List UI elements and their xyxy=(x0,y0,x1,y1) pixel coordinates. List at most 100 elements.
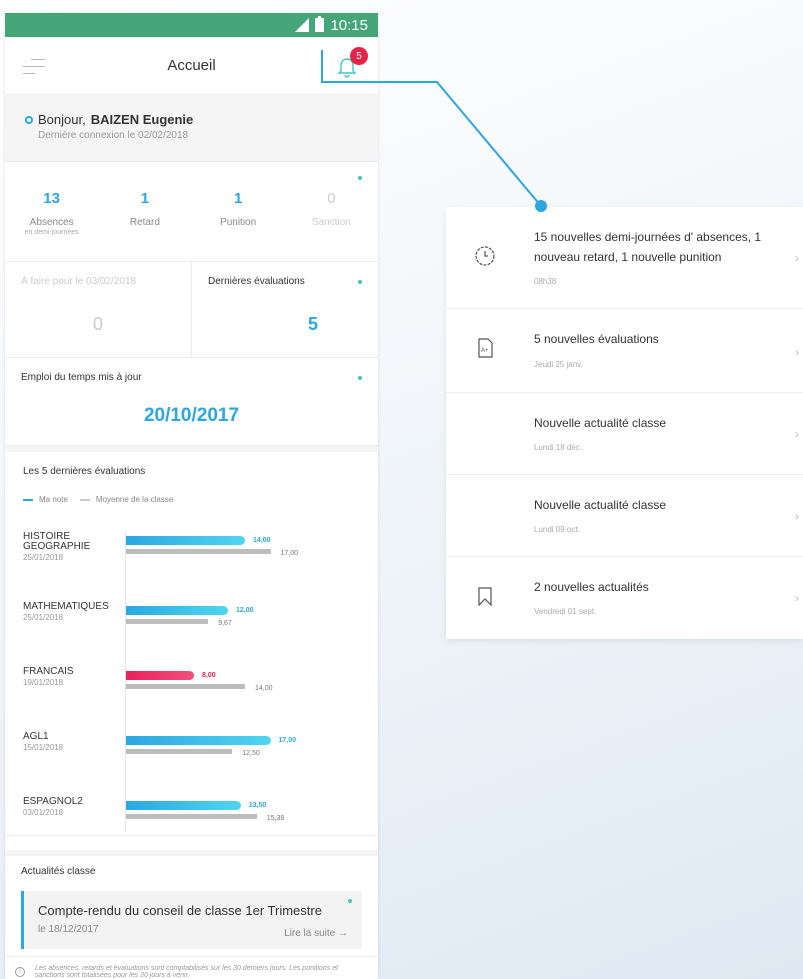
notification-title: Nouvelle actualité classe xyxy=(534,498,667,512)
chevron-right-icon: › xyxy=(795,427,799,441)
subject-name: AGL1 xyxy=(23,731,49,742)
footnote: i Les absences, retards et évaluations s… xyxy=(5,956,378,979)
status-bar: 10:15 xyxy=(5,13,378,37)
subject-date: 25/01/2018 xyxy=(23,613,64,622)
stat-value: 0 xyxy=(327,190,336,207)
notification-date: Lundi 18 déc. xyxy=(534,443,583,452)
notification-title: Nouvelle actualité classe xyxy=(534,416,667,430)
bookmark-icon xyxy=(478,587,492,607)
news-section: Actualités classe Compte-rendu du consei… xyxy=(5,850,378,959)
chart-legend: Ma note Moyenne de la classe xyxy=(23,495,173,504)
indicator-dot xyxy=(358,376,362,380)
news-title: Actualités classe xyxy=(21,866,96,877)
my-grade-bar[interactable] xyxy=(126,606,228,615)
last-login: Dernière connexion le 02/02/2018 xyxy=(38,130,189,141)
notification-item[interactable]: 15 nouvelles demi-journées d' absences, … xyxy=(446,207,803,309)
battery-icon xyxy=(315,16,325,32)
my-grade-bar[interactable] xyxy=(126,671,194,680)
timetable-date: 20/10/2017 xyxy=(143,405,240,426)
notification-title: 2 nouvelles actualités xyxy=(534,580,649,594)
chevron-right-icon: › xyxy=(795,591,799,605)
notification-item[interactable]: 2 nouvelles actualités Vendredi 01 sept.… xyxy=(446,557,803,639)
indicator-dot xyxy=(358,176,362,180)
subject-label: ESPAGNOL2 03/01/2018 xyxy=(23,797,121,818)
stat-sanction[interactable]: 0 Sanction xyxy=(285,190,378,261)
class-average-value: 17,00 xyxy=(280,550,299,557)
my-grade-bar[interactable] xyxy=(126,801,241,810)
subject-date: 03/01/2018 xyxy=(23,808,64,817)
stat-label: Sanction xyxy=(311,217,351,228)
subject-label: MATHEMATIQUES 25/01/2018 xyxy=(23,602,121,623)
chevron-right-icon: › xyxy=(795,345,799,359)
subject-name: MATHEMATIQUES xyxy=(23,601,109,612)
stats-row[interactable]: 13 Absences en demi-journées 1 Retard 1 … xyxy=(5,162,378,262)
news-card[interactable]: Compte-rendu du conseil de classe 1er Tr… xyxy=(21,891,362,949)
class-average-value: 14,00 xyxy=(255,685,273,692)
last-evals-label: Dernières évaluations xyxy=(208,276,305,287)
my-grade-bar[interactable] xyxy=(126,736,271,745)
class-average-bar xyxy=(126,619,209,624)
subject-label: FRANCAIS 19/01/2018 xyxy=(23,667,121,688)
menu-icon[interactable] xyxy=(23,59,45,80)
clock-icon xyxy=(475,246,495,266)
subject-date: 25/01/2018 xyxy=(23,553,64,562)
svg-text:A+: A+ xyxy=(481,348,489,354)
notification-date: Vendredi 01 sept. xyxy=(534,607,597,616)
class-average-bar xyxy=(126,814,257,819)
grade-document-icon: A+ xyxy=(478,338,493,358)
my-grade-value: 8,00 xyxy=(202,672,216,679)
info-icon: i xyxy=(15,967,25,977)
notification-title: 15 nouvelles demi-journées d' absences, … xyxy=(534,230,762,264)
subject-name: HISTOIRE GEOGRAPHIE xyxy=(23,531,91,552)
stat-value: 1 xyxy=(233,190,243,207)
chevron-right-icon: › xyxy=(795,251,799,265)
notification-item[interactable]: A+ 5 nouvelles évaluations Jeudi 25 janv… xyxy=(446,309,803,393)
chevron-right-icon: › xyxy=(795,509,799,523)
notification-date: Lundi 09 oct. xyxy=(534,525,580,534)
legend-mine-swatch xyxy=(23,498,33,501)
stat-punition[interactable]: 1 Punition xyxy=(192,190,285,261)
class-average-bar xyxy=(126,684,245,689)
stat-value: 13 xyxy=(43,190,60,207)
notification-badge[interactable]: 5 xyxy=(350,47,368,65)
subject-label: AGL1 15/01/2018 xyxy=(23,732,121,753)
class-average-bar xyxy=(126,749,233,754)
evaluations-chart[interactable]: Les 5 dernières évaluations Ma note Moye… xyxy=(5,446,378,836)
stat-label: Punition xyxy=(220,217,257,228)
my-grade-value: 13,50 xyxy=(248,802,267,809)
greeting-prefix: Bonjour, xyxy=(38,112,86,127)
notifications-panel: 15 nouvelles demi-journées d' absences, … xyxy=(446,207,803,639)
notification-item[interactable]: Nouvelle actualité classe Lundi 18 déc. … xyxy=(446,393,803,475)
status-time: 10:15 xyxy=(330,16,368,34)
timetable-card[interactable]: Emploi du temps mis à jour 20/10/2017 xyxy=(5,358,378,446)
page-title: Accueil xyxy=(167,57,216,74)
timetable-label: Emploi du temps mis à jour xyxy=(21,372,142,383)
subject-label: HISTOIRE GEOGRAPHIE 25/01/2018 xyxy=(23,532,121,563)
stat-sub: en demi-journées xyxy=(24,229,79,236)
summary-row: À faire pour le 03/02/2018 0 Dernières é… xyxy=(5,262,378,358)
footnote-text: Les absences, retards et évaluations son… xyxy=(35,965,339,979)
notification-date: 08h38 xyxy=(534,277,557,286)
stat-absences[interactable]: 13 Absences en demi-journées xyxy=(5,190,98,261)
phone-screen: 10:15 Accueil 5 Bonjour, BAIZEN Eugenie … xyxy=(5,13,378,979)
class-average-value: 9,67 xyxy=(218,620,232,627)
evaluations-title: Les 5 dernières évaluations xyxy=(23,466,146,477)
status-dot-icon xyxy=(25,115,33,124)
read-more-link[interactable]: Lire la suite → xyxy=(284,928,348,939)
app-bar: Accueil 5 xyxy=(5,37,378,95)
my-grade-bar[interactable] xyxy=(126,536,245,545)
notification-item[interactable]: Nouvelle actualité classe Lundi 09 oct. … xyxy=(446,475,803,557)
last-evals-card[interactable]: Dernières évaluations 5 xyxy=(191,262,378,357)
indicator-dot xyxy=(348,899,352,903)
news-card-title: Compte-rendu du conseil de classe 1er Tr… xyxy=(38,903,322,918)
todo-label: À faire pour le 03/02/2018 xyxy=(21,276,137,287)
todo-card[interactable]: À faire pour le 03/02/2018 0 xyxy=(5,262,191,357)
legend-class: Moyenne de la classe xyxy=(95,495,174,504)
my-grade-value: 17,00 xyxy=(278,737,297,744)
stat-retard[interactable]: 1 Retard xyxy=(98,190,191,261)
my-grade-value: 12,00 xyxy=(236,607,254,614)
class-average-value: 12,50 xyxy=(242,750,260,757)
stat-label: Absences xyxy=(29,217,74,228)
subject-date: 19/01/2018 xyxy=(23,678,64,687)
subject-date: 15/01/2018 xyxy=(23,743,64,752)
